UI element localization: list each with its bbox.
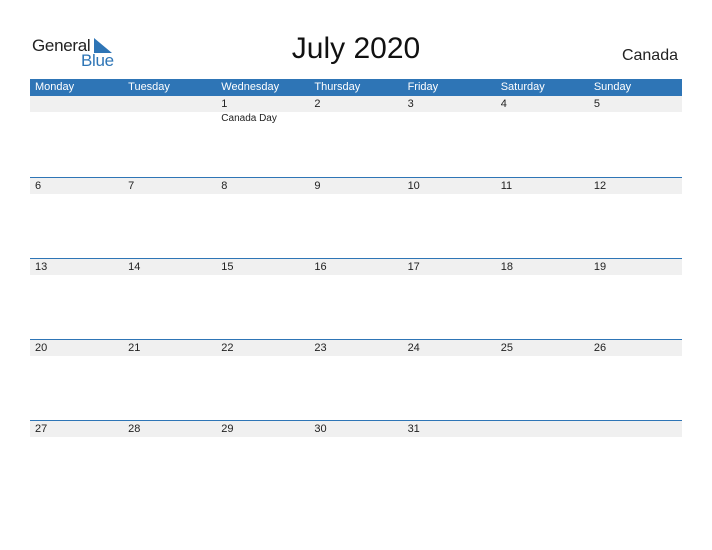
day-number: 26	[593, 342, 607, 354]
day-number-row: 6 7 8 9 10 11 12	[30, 178, 682, 194]
day-number	[589, 421, 682, 437]
day-number-row: 1 2 3 4 5	[30, 96, 682, 112]
event-row	[30, 356, 682, 357]
day-number: 12	[593, 180, 607, 192]
day-event	[496, 275, 589, 276]
day-event	[216, 437, 309, 438]
day-event	[123, 275, 216, 276]
day-number: 24	[407, 342, 420, 354]
day-event	[216, 275, 309, 276]
day-number: 16	[314, 261, 327, 273]
day-event	[309, 437, 402, 438]
day-number: 30	[314, 423, 327, 435]
day-number: 21	[128, 342, 141, 354]
weekday-label: Tuesday	[128, 81, 170, 93]
day-number: 14	[128, 261, 141, 273]
day-event	[30, 275, 123, 276]
country-label: Canada	[621, 47, 678, 64]
day-event	[589, 112, 682, 124]
day-event	[30, 356, 123, 357]
day-number-row: 20 21 22 23 24 25 26	[30, 340, 682, 356]
day-number-row: 13 14 15 16 17 18 19	[30, 259, 682, 275]
day-number: 3	[407, 98, 414, 110]
day-number: 8	[221, 180, 228, 192]
calendar-title: July 2020	[291, 32, 421, 65]
day-number: 22	[221, 342, 234, 354]
day-number-row: 27 28 29 30 31	[30, 421, 682, 437]
weekday-label: Thursday	[314, 81, 361, 93]
day-event	[216, 356, 309, 357]
day-number: 15	[221, 261, 234, 273]
weekday-label: Wednesday	[221, 81, 280, 93]
day-event: Canada Day	[221, 113, 277, 124]
event-row	[30, 437, 682, 438]
day-number: 10	[407, 180, 420, 192]
day-number: 23	[314, 342, 327, 354]
day-number: 4	[500, 98, 507, 110]
day-number: 29	[221, 423, 234, 435]
event-row	[30, 194, 682, 195]
day-number: 6	[35, 180, 42, 192]
day-number: 28	[128, 423, 141, 435]
day-event	[403, 194, 496, 195]
day-event	[403, 437, 496, 438]
day-event	[403, 112, 496, 124]
weekday-label: Sunday	[593, 81, 632, 93]
day-event	[309, 112, 402, 124]
event-row	[30, 275, 682, 276]
week-row: 27 28 29 30 31	[30, 420, 682, 501]
day-number	[123, 96, 216, 112]
day-number: 18	[500, 261, 513, 273]
day-event	[30, 194, 123, 195]
weekday-label: Friday	[407, 81, 439, 93]
week-row: 20 21 22 23 24 25 26	[30, 339, 682, 420]
day-event	[30, 437, 123, 438]
weekday-label: Saturday	[500, 81, 545, 93]
day-number: 19	[593, 261, 607, 273]
day-number: 1	[221, 98, 228, 110]
day-number: 25	[500, 342, 513, 354]
week-row: 6 7 8 9 10 11 12	[30, 177, 682, 258]
event-row: Canada Day	[30, 112, 682, 124]
day-number: 17	[407, 261, 420, 273]
day-event	[589, 356, 682, 357]
day-number: 5	[593, 98, 600, 110]
day-event	[123, 112, 216, 124]
day-event	[216, 194, 309, 195]
calendar-grid: Monday Tuesday Wednesday Thursday Friday…	[30, 79, 682, 501]
weekday-header: Monday Tuesday Wednesday Thursday Friday…	[30, 79, 682, 96]
day-event	[403, 356, 496, 357]
day-event	[309, 356, 402, 357]
day-number: 13	[35, 261, 48, 273]
weekday-label: Monday	[35, 81, 75, 93]
day-event	[496, 356, 589, 357]
week-row: 1 2 3 4 5 Canada Day	[30, 96, 682, 177]
day-event	[589, 437, 682, 438]
day-event	[403, 275, 496, 276]
day-event	[123, 437, 216, 438]
weeks-container: 1 2 3 4 5 Canada Day 6 7 8 9 10 11 12 13 14 15 16 17 18 19 2…	[30, 96, 682, 501]
day-event	[496, 112, 589, 124]
week-row: 13 14 15 16 17 18 19	[30, 258, 682, 339]
day-number: 2	[314, 98, 321, 110]
day-event	[123, 194, 216, 195]
day-event	[496, 437, 589, 438]
day-number: 31	[407, 423, 420, 435]
day-event	[309, 275, 402, 276]
day-number: 9	[314, 180, 321, 192]
day-number	[496, 421, 589, 437]
day-number	[30, 96, 123, 112]
day-event	[123, 356, 216, 357]
day-event	[309, 194, 402, 195]
day-event	[589, 194, 682, 195]
day-event	[589, 275, 682, 276]
day-number: 27	[35, 423, 48, 435]
day-event	[496, 194, 589, 195]
day-number: 7	[128, 180, 135, 192]
day-number: 11	[500, 180, 513, 192]
day-event	[30, 112, 123, 124]
day-number: 20	[35, 342, 48, 354]
